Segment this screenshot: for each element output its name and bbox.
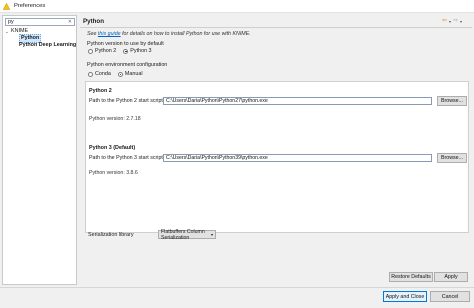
env-config-radio-group: Conda Manual (88, 71, 143, 77)
window-titlebar: Preferences (0, 0, 474, 13)
window-title: Preferences (14, 3, 46, 9)
back-arrow-icon[interactable]: ⇦ (442, 18, 447, 24)
tree-item-python-deep-learning[interactable]: Python Deep Learning (5, 42, 76, 49)
forward-arrow-icon[interactable]: ⇨ (453, 18, 458, 24)
back-history-dropdown-icon[interactable]: ▾ (449, 19, 451, 24)
cancel-button[interactable]: Cancel (430, 291, 470, 302)
tree-item-python[interactable]: Python (5, 34, 76, 43)
clear-filter-icon[interactable]: ✕ (68, 19, 72, 25)
serialization-select[interactable]: Flatbuffers Column Serialization ▾ (158, 228, 216, 241)
restore-defaults-button[interactable]: Restore Defaults (389, 272, 433, 282)
preferences-tree: ⌄ KNIME Python Python Deep Learning (5, 28, 76, 49)
help-suffix: for details on how to install Python for… (120, 31, 251, 37)
python2-path-input[interactable] (163, 97, 432, 105)
python3-radio[interactable]: Python 3 (123, 48, 152, 54)
page-header: Python ⇦ ▾ ⇨ ▾ (80, 15, 472, 27)
header-divider (80, 27, 472, 28)
env-config-label: Python environment configuration (87, 62, 168, 68)
radio-button-icon[interactable] (88, 71, 93, 77)
preferences-nav-panel: ✕ ⌄ KNIME Python Python Deep Learning (2, 15, 77, 285)
default-version-label: Python version to use by default (87, 41, 164, 47)
filter-box[interactable]: ✕ (5, 18, 75, 26)
help-text: See this guide for details on how to ins… (87, 31, 251, 37)
python3-version-text: Python version: 3.8.6 (89, 170, 138, 176)
footer-divider (0, 287, 474, 288)
apply-and-close-button[interactable]: Apply and Close (383, 291, 427, 302)
serialization-value: Flatbuffers Column Serialization (161, 228, 205, 241)
install-guide-link[interactable]: this guide (98, 31, 121, 37)
tree-item-label: Python Deep Learning (19, 42, 77, 48)
chevron-down-icon[interactable]: ▾ (211, 232, 213, 237)
apply-button[interactable]: Apply (434, 272, 468, 282)
radio-label: Conda (95, 71, 111, 77)
preference-page: Python ⇦ ▾ ⇨ ▾ See this guide for detail… (80, 15, 472, 285)
knime-logo-icon (3, 2, 10, 10)
radio-button-icon[interactable] (88, 48, 93, 54)
python2-path-label: Path to the Python 2 start script (89, 98, 163, 104)
serialization-label: Serialization library (88, 232, 134, 238)
radio-label: Python 2 (95, 48, 117, 54)
python3-path-label: Path to the Python 3 start script (89, 155, 163, 161)
python2-version-text: Python version: 2.7.18 (89, 116, 141, 122)
radio-label: Python 3 (130, 48, 152, 54)
python2-heading: Python 2 (89, 88, 112, 94)
python3-path-input[interactable] (163, 154, 432, 162)
help-prefix: See (87, 31, 98, 37)
python2-browse-button[interactable]: Browse... (437, 96, 467, 106)
python3-heading: Python 3 (Default) (89, 145, 136, 151)
radio-button-selected-icon[interactable] (123, 48, 129, 54)
manual-config-group: Python 2 Path to the Python 2 start scri… (85, 81, 469, 233)
filter-input[interactable] (6, 18, 66, 26)
python2-radio[interactable]: Python 2 (88, 48, 116, 54)
radio-button-selected-icon[interactable] (117, 71, 123, 77)
page-navigation: ⇦ ▾ ⇨ ▾ (442, 18, 462, 24)
default-version-radio-group: Python 2 Python 3 (88, 48, 152, 54)
conda-radio[interactable]: Conda (88, 71, 111, 77)
forward-history-dropdown-icon[interactable]: ▾ (460, 19, 462, 24)
manual-radio[interactable]: Manual (117, 71, 143, 77)
page-title: Python (83, 17, 104, 25)
python3-browse-button[interactable]: Browse... (437, 153, 467, 163)
radio-label: Manual (124, 71, 143, 77)
